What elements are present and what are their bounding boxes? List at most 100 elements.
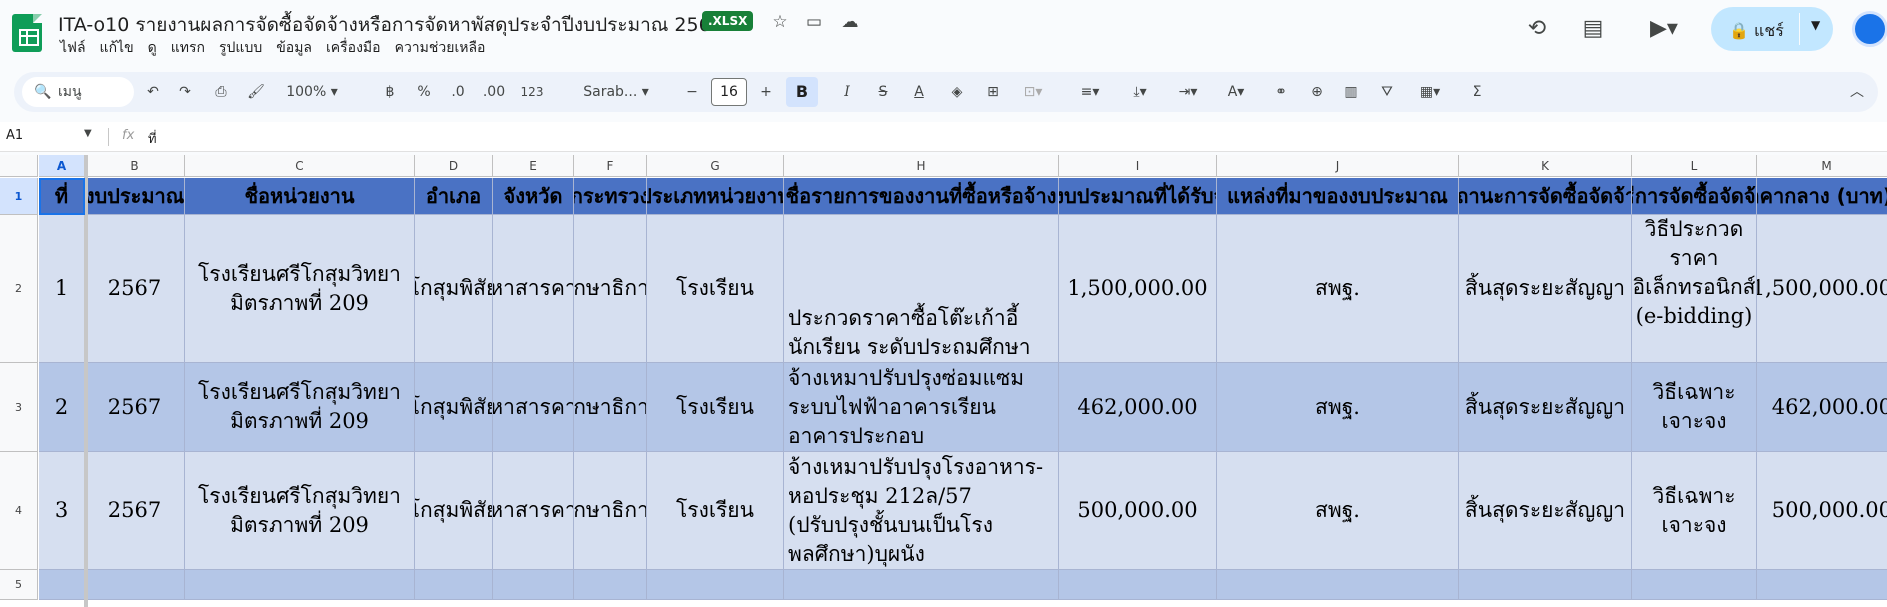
menu-view[interactable]: ดู (148, 37, 157, 59)
cell-agency-type[interactable]: โรงเรียน (647, 215, 784, 363)
menu-edit[interactable]: แก้ไข (100, 37, 134, 59)
cell-budget-year[interactable]: 2567 (85, 215, 185, 363)
header-cell-procurement-status[interactable]: สถานะการจัดซื้อจัดจ้าง (1459, 178, 1632, 215)
menu-format[interactable]: รูปแบบ (219, 37, 262, 59)
header-cell-median-price[interactable]: ราคากลาง (บาท) (1757, 178, 1887, 215)
undo-icon[interactable]: ↶ (142, 79, 164, 105)
column-header-l[interactable]: L (1632, 155, 1757, 177)
share-dropdown-icon[interactable]: ▼ (1811, 18, 1820, 32)
header-cell-budget-year[interactable]: งบประมาณ (85, 178, 185, 215)
cell-ministry[interactable]: ศึกษาธิการ (574, 215, 647, 363)
column-header-f[interactable]: F (574, 155, 647, 177)
cell-district[interactable] (415, 570, 493, 600)
cell-item-name[interactable]: ประกวดราคาซื้อโต๊ะเก้าอี้นักเรียน ระดับป… (784, 215, 1059, 363)
column-header-a[interactable]: A (39, 155, 85, 177)
column-header-i[interactable]: I (1059, 155, 1217, 177)
bold-button[interactable]: B (786, 77, 818, 107)
cell-province[interactable]: มหาสารคาม (493, 215, 574, 363)
sheets-logo-icon[interactable] (12, 14, 42, 52)
cell-district[interactable]: โกสุมพิสัย (415, 363, 493, 452)
cell-median-price[interactable]: 1,500,000.00 (1757, 215, 1887, 363)
font-size-input[interactable]: 16 (711, 78, 747, 106)
column-header-k[interactable]: K (1459, 155, 1632, 177)
menu-insert[interactable]: แทรก (171, 37, 205, 59)
document-title[interactable]: ITA-o10 รายงานผลการจัดซื้อจัดจ้างหรือการ… (58, 10, 723, 40)
cell-ministry[interactable] (574, 570, 647, 600)
zoom-select[interactable]: 100% ▾ (280, 79, 344, 105)
cell-agency-type[interactable]: โรงเรียน (647, 363, 784, 452)
column-header-g[interactable]: G (647, 155, 784, 177)
currency-button[interactable]: ฿ (380, 79, 400, 105)
cell-procurement-method[interactable] (1632, 570, 1757, 600)
borders-icon[interactable]: ⊞ (982, 79, 1004, 105)
italic-button[interactable]: I (836, 79, 858, 105)
cell-budget-amount[interactable]: 1,500,000.00 (1059, 215, 1217, 363)
cell-province[interactable]: มหาสารคาม (493, 452, 574, 570)
filter-icon[interactable]: ⛛ (1376, 79, 1398, 105)
star-icon[interactable]: ☆ (768, 10, 792, 34)
cell-procurement-status[interactable]: สิ้นสุดระยะสัญญา (1459, 215, 1632, 363)
cell-budget-source[interactable]: สพฐ. (1217, 215, 1459, 363)
header-cell-budget-source[interactable]: แหล่งที่มาของงบประมาณ (1217, 178, 1459, 215)
horizontal-align-icon[interactable]: ≡▾ (1070, 79, 1110, 105)
formula-input[interactable]: ที่ (148, 128, 157, 149)
cell-district[interactable]: โกสุมพิสัย (415, 215, 493, 363)
number-format-button[interactable]: 123 (516, 79, 548, 105)
menu-help[interactable]: ความช่วยเหลือ (395, 37, 486, 59)
row-header-4[interactable]: 4 (0, 452, 38, 570)
row-header-2[interactable]: 2 (0, 215, 38, 363)
menu-search-input[interactable]: 🔍 เมนู (22, 77, 134, 107)
row-header-1[interactable]: 1 (0, 178, 38, 215)
cell-agency-type[interactable]: โรงเรียน (647, 452, 784, 570)
avatar[interactable] (1852, 11, 1887, 47)
cell-median-price[interactable]: 462,000.00 (1757, 363, 1887, 452)
header-cell-item-name[interactable]: ชื่อรายการของงานที่ซื้อหรือจ้าง (784, 178, 1059, 215)
cell-no[interactable]: 3 (39, 452, 85, 570)
cell-budget-year[interactable] (85, 570, 185, 600)
comments-icon[interactable]: ▤ (1577, 13, 1609, 45)
cell-procurement-method[interactable]: วิธีเฉพาะเจาะจง (1632, 452, 1757, 570)
select-all-corner[interactable] (0, 155, 38, 177)
functions-icon[interactable]: Σ (1466, 79, 1488, 105)
percent-button[interactable]: % (414, 79, 434, 105)
cell-province[interactable]: มหาสารคาม (493, 363, 574, 452)
merge-cells-icon[interactable]: ⊡▾ (1016, 79, 1050, 105)
column-header-d[interactable]: D (415, 155, 493, 177)
cell-no[interactable]: 2 (39, 363, 85, 452)
cell-no[interactable] (39, 570, 85, 600)
text-wrap-icon[interactable]: ⇥▾ (1168, 79, 1208, 105)
cell-item-name[interactable]: จ้างเหมาปรับปรุงโรงอาหาร-หอประชุม 212ล/5… (784, 452, 1059, 570)
cell-district[interactable]: โกสุมพิสัย (415, 452, 493, 570)
cell-ministry[interactable]: ศึกษาธิการ (574, 363, 647, 452)
header-cell-ministry[interactable]: กระทรวง (574, 178, 647, 215)
cell-procurement-status[interactable] (1459, 570, 1632, 600)
column-header-h[interactable]: H (784, 155, 1059, 177)
cell-median-price[interactable] (1757, 570, 1887, 600)
cell-item-name[interactable] (784, 570, 1059, 600)
cell-agency-name[interactable]: โรงเรียนศรีโกสุมวิทยามิตรภาพที่ 209 (185, 452, 415, 570)
insert-chart-icon[interactable]: ▥ (1340, 79, 1362, 105)
redo-icon[interactable]: ↷ (174, 79, 196, 105)
name-box[interactable]: A1 (6, 128, 23, 143)
cell-province[interactable] (493, 570, 574, 600)
cell-budget-year[interactable]: 2567 (85, 363, 185, 452)
strikethrough-icon[interactable]: S (872, 79, 894, 105)
cell-agency-type[interactable] (647, 570, 784, 600)
cell-procurement-status[interactable]: สิ้นสุดระยะสัญญา (1459, 452, 1632, 570)
insert-link-icon[interactable]: ⚭ (1270, 79, 1292, 105)
name-box-dropdown-icon[interactable]: ▼ (84, 128, 92, 139)
menu-data[interactable]: ข้อมูล (276, 37, 312, 59)
cell-budget-amount[interactable]: 462,000.00 (1059, 363, 1217, 452)
collapse-toolbar-icon[interactable]: ︿ (1846, 79, 1868, 105)
header-cell-budget-amount[interactable]: วงเงินงบประมาณที่ได้รับจัดสรร (1059, 178, 1217, 215)
column-header-m[interactable]: M (1757, 155, 1887, 177)
cell-ministry[interactable]: ศึกษาธิการ (574, 452, 647, 570)
font-select[interactable]: Sarab... ▾ (566, 79, 666, 105)
cell-agency-name[interactable]: โรงเรียนศรีโกสุมวิทยามิตรภาพที่ 209 (185, 215, 415, 363)
menu-tools[interactable]: เครื่องมือ (326, 37, 381, 59)
cell-budget-source[interactable] (1217, 570, 1459, 600)
cell-budget-amount[interactable] (1059, 570, 1217, 600)
text-rotation-icon[interactable]: A▾ (1216, 79, 1256, 105)
font-size-minus-button[interactable]: − (682, 79, 702, 105)
frozen-column-divider[interactable] (84, 155, 88, 607)
